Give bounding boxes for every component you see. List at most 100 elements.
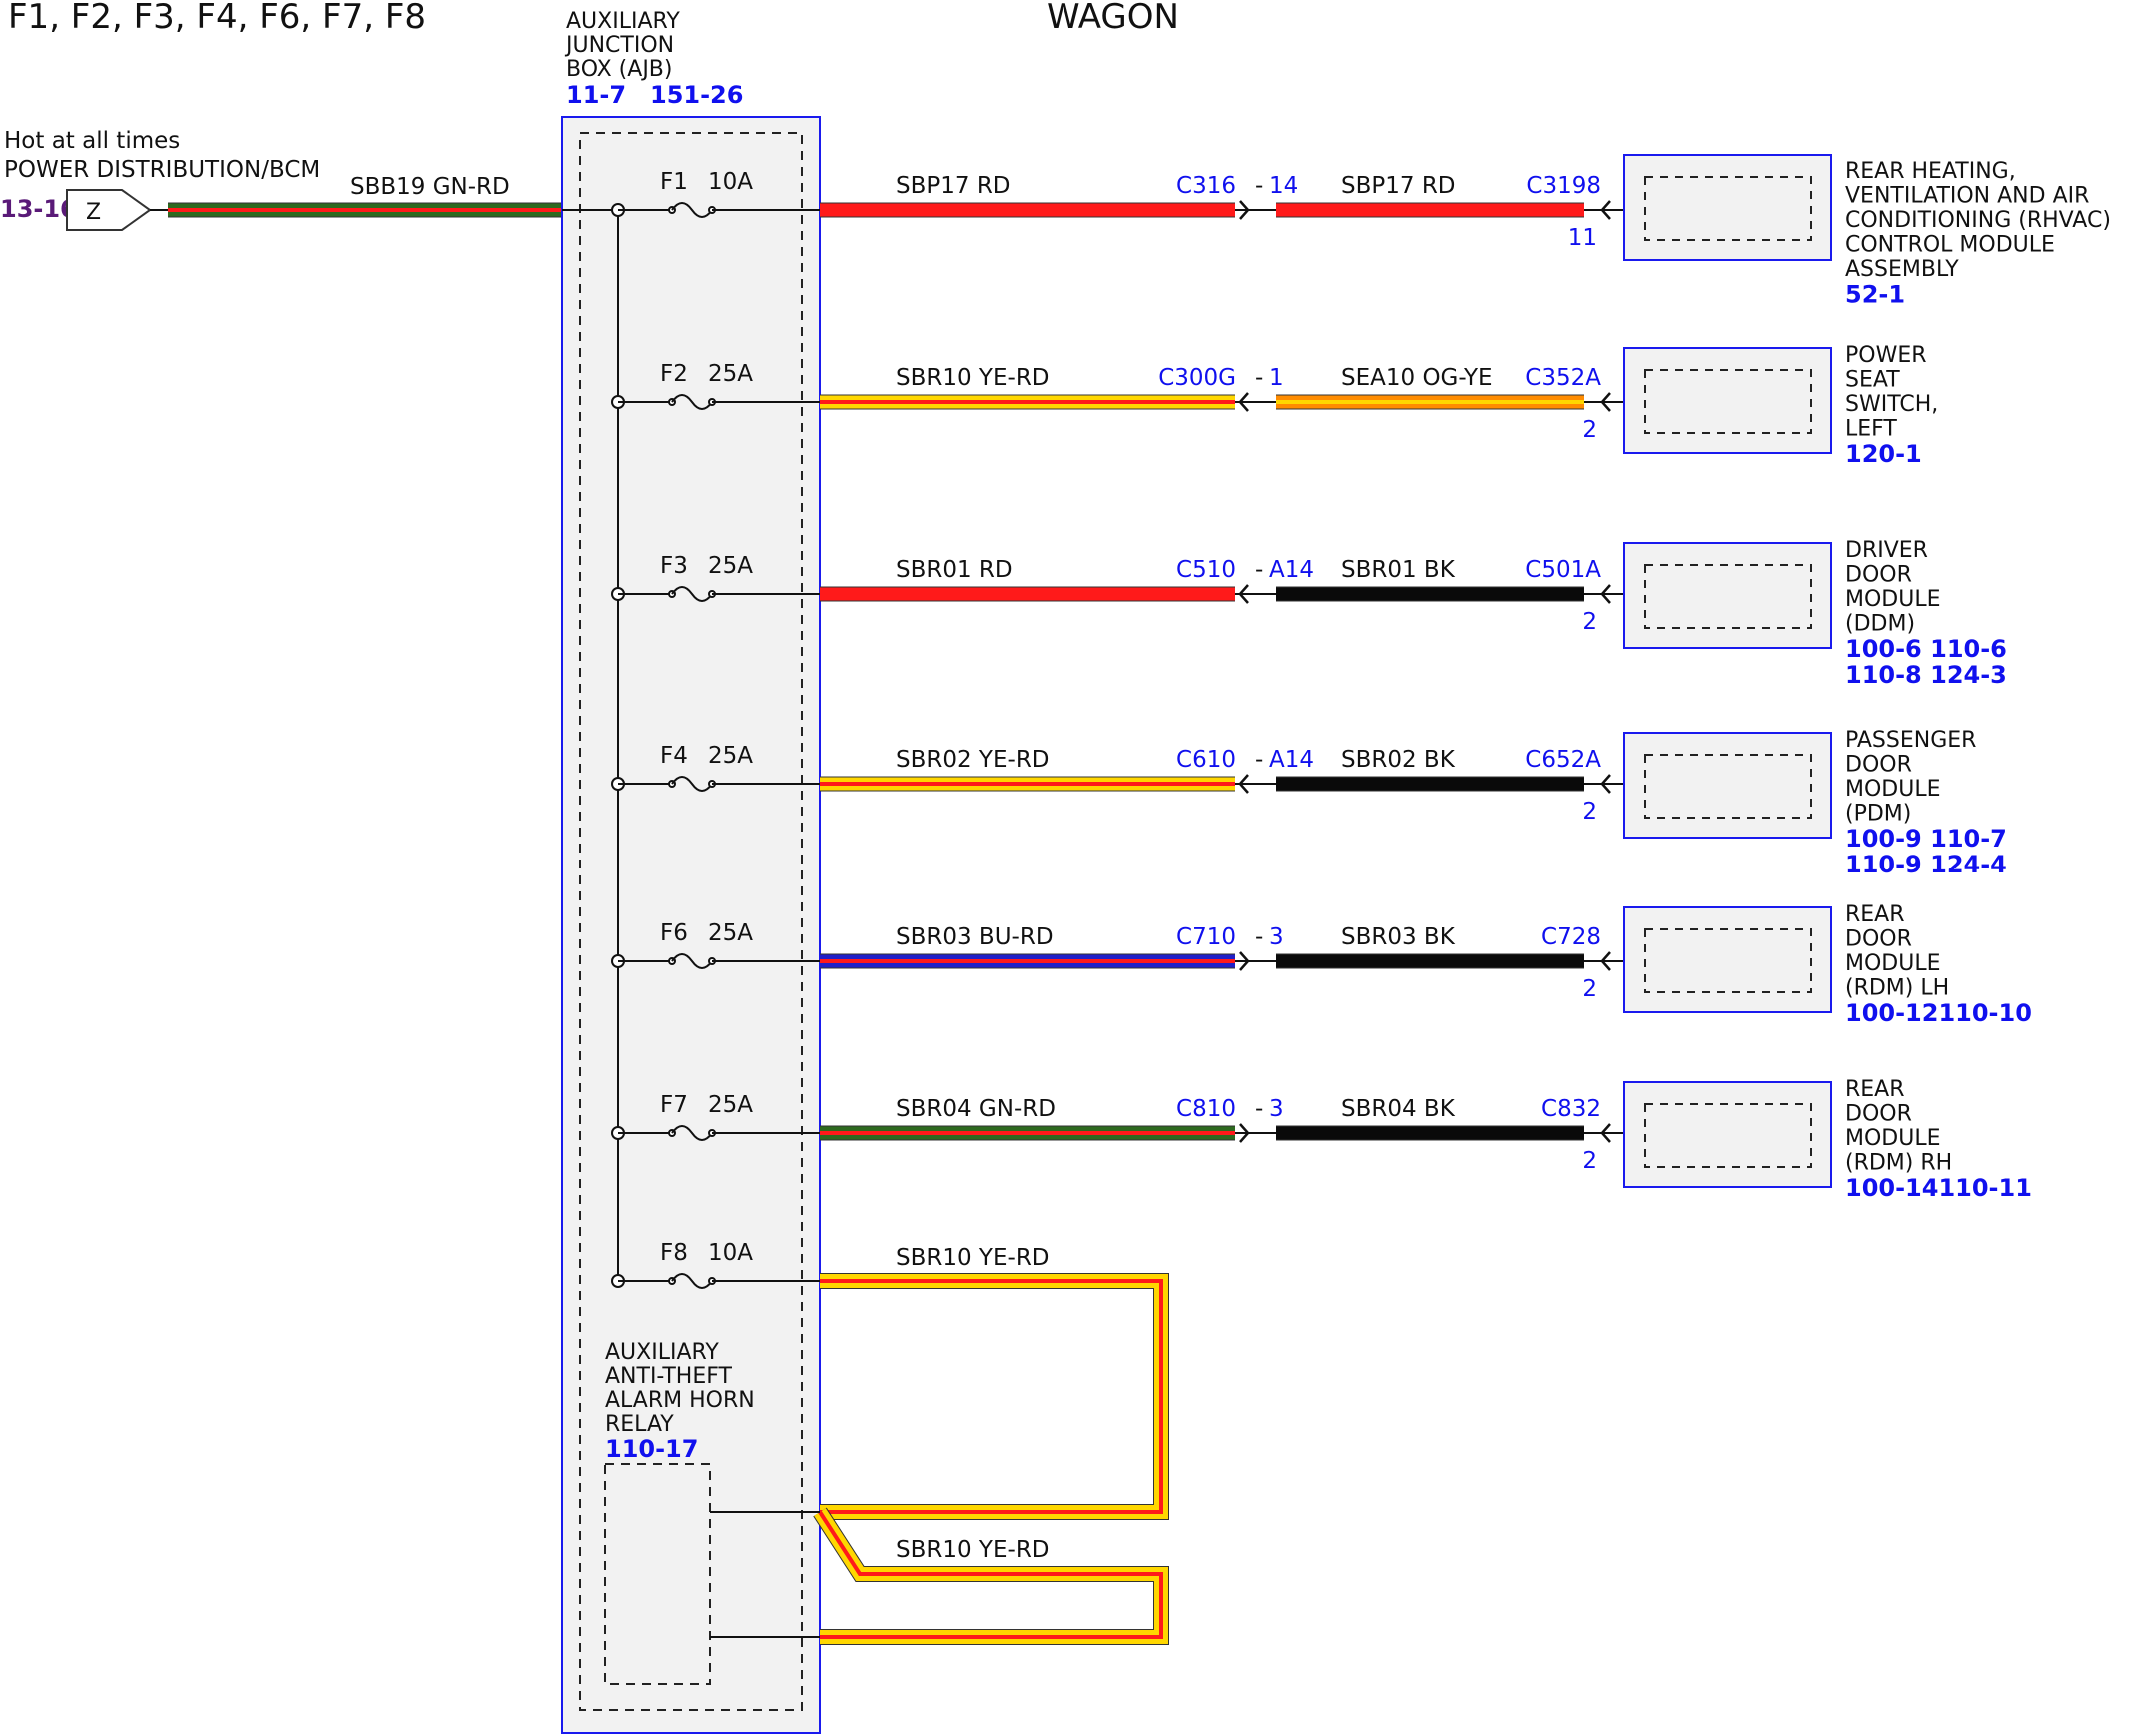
wire-segment-2-base: [1276, 954, 1584, 968]
module-label-line: VENTILATION AND AIR: [1845, 184, 2089, 209]
wiring-diagram: F1, F2, F3, F4, F6, F7, F8 WAGON Hot at …: [0, 0, 2111, 1734]
end-connector-id: C652A: [1525, 747, 1601, 773]
ajb-label-line2: JUNCTION: [564, 33, 674, 58]
inline-connector-pin: A14: [1269, 557, 1314, 583]
module-label-line: MODULE: [1845, 951, 1941, 976]
module-label-line: REAR: [1845, 1077, 1905, 1102]
wire-segment-2-label: SEA10 OG-YE: [1341, 365, 1493, 391]
wire-segment-1-label: SBR02 YE-RD: [896, 747, 1050, 773]
fuse-id: F3: [660, 553, 688, 579]
wire-segment-2: [1276, 1125, 1584, 1141]
wire-segment-2-tracer: [1276, 400, 1584, 404]
wire-segment-2: [1276, 953, 1584, 969]
module-box: [1623, 347, 1832, 454]
relay-label-line3: ALARM HORN: [605, 1388, 755, 1413]
inline-connector-id: C510: [1176, 557, 1236, 583]
fuse-rating: 25A: [708, 553, 753, 579]
wire-segment-2-base: [1276, 777, 1584, 791]
ajb-ref-2: 151-26: [650, 81, 743, 109]
inline-connector-pin: A14: [1269, 747, 1314, 773]
fuse-id: F4: [660, 743, 688, 769]
module-ref: 52-1: [1845, 281, 1905, 309]
circuit-row: SBP17 RD C316-14 SBP17 RD C3198 11 REAR HEATI…: [820, 154, 2111, 309]
end-connector-pin: 2: [1582, 976, 1597, 1002]
source-connector-label: Z: [86, 200, 101, 225]
wire-segment-1-base: [820, 587, 1235, 601]
circuit-row: SBR01 RD C510- A14 SBR01 BK C501A 2 DRIVERDOOR…: [820, 538, 2007, 689]
module-label-line: CONTROL MODULE: [1845, 233, 2055, 258]
module-label-line: (DDM): [1845, 612, 1915, 637]
fuse-id: F8: [660, 1240, 688, 1266]
module-label-line: REAR: [1845, 902, 1905, 927]
module-label-line: DOOR: [1845, 753, 1912, 778]
module-ref: 100-12110-10: [1845, 999, 2032, 1027]
module-label-line: LEFT: [1845, 417, 1897, 442]
module-label-line: PASSENGER: [1845, 728, 1976, 753]
module-ref: 100-9 110-7: [1845, 825, 2007, 853]
module-box: [1623, 154, 1832, 261]
wire-segment-1-label: SBR03 BU-RD: [896, 924, 1054, 950]
circuit-row: SBR02 YE-RD C610- A14 SBR02 BK C652A 2 PASSENG…: [820, 728, 2007, 878]
wire-segment-2: [1276, 776, 1584, 792]
wire-segment-1-tracer: [820, 400, 1235, 404]
fuse-id: F7: [660, 1092, 688, 1118]
relay-label-line1: AUXILIARY: [605, 1340, 719, 1365]
wire-segment-1: [820, 953, 1235, 969]
wire-segment-1-tracer: [820, 1131, 1235, 1135]
f8-wire-top-edge: [820, 1273, 1169, 1520]
fuse-rating: 25A: [708, 1092, 753, 1118]
fuse-rating: 25A: [708, 920, 753, 946]
circuit-row: SBR10 YE-RD C300G -1 SEA10 OG-YE C352A 2 POWER…: [820, 343, 1938, 468]
fuse-rating: 10A: [708, 1240, 753, 1266]
end-connector-id: C3198: [1526, 173, 1601, 199]
inline-connector-id: C810: [1176, 1096, 1236, 1122]
source-hot-label: Hot at all times: [4, 128, 180, 154]
wire-segment-2: [1276, 202, 1584, 218]
source-wire-label: SBB19 GN-RD: [350, 174, 510, 200]
wire-segment-1: [820, 202, 1235, 218]
module-ref: 110-9 124-4: [1845, 851, 2007, 878]
ajb-ref-1: 11-7: [566, 81, 626, 109]
wire-segment-1-label: SBR01 RD: [896, 557, 1013, 583]
source-wire-body: [168, 202, 562, 218]
module-box: [1623, 732, 1832, 839]
inline-connector-sep: -: [1255, 173, 1263, 199]
wire-segment-1-tracer: [820, 782, 1235, 786]
wire-segment-2-label: SBR03 BK: [1341, 924, 1456, 950]
end-connector-id: C728: [1541, 924, 1601, 950]
fuse-rating: 10A: [708, 169, 753, 195]
module-ref: 110-8 124-3: [1845, 661, 2007, 689]
relay-ref: 110-17: [605, 1435, 698, 1463]
module-ref: 120-1: [1845, 440, 1922, 468]
wire-segment-2-base: [1276, 1126, 1584, 1140]
module-box: [1623, 1081, 1832, 1188]
source-wire: [168, 202, 562, 218]
wire-segment-2: [1276, 394, 1584, 410]
module-label-line: MODULE: [1845, 1126, 1941, 1151]
wire-segment-1: [820, 394, 1235, 410]
wire-segment-2-label: SBR02 BK: [1341, 747, 1456, 773]
module-label-line: DOOR: [1845, 1102, 1912, 1127]
wire-segment-2-label: SBR01 BK: [1341, 557, 1456, 583]
wire-segment-1-label: SBR10 YE-RD: [896, 365, 1050, 391]
circuit-row: SBR04 GN-RD C810-3 SBR04 BK C832 2 REARDOORMO…: [820, 1077, 2032, 1202]
fuse-id: F1: [660, 169, 688, 195]
wire-segment-1: [820, 776, 1235, 792]
ajb-label-line3: BOX (AJB): [566, 57, 672, 82]
f8-wire-top-base: [820, 1274, 1168, 1519]
source-ref: 13-16: [0, 195, 77, 223]
f8-wire-bottom-tracer: [818, 1510, 1163, 1639]
f8-wire-top-label: SBR10 YE-RD: [896, 1245, 1050, 1271]
relay-label-line2: ANTI-THEFT: [605, 1364, 733, 1389]
inline-connector-id: C710: [1176, 924, 1236, 950]
module-label-line: POWER: [1845, 343, 1927, 368]
end-connector-id: C832: [1541, 1096, 1601, 1122]
end-connector-pin: 2: [1582, 417, 1597, 443]
end-connector-id: C352A: [1525, 365, 1601, 391]
source-name-label: POWER DISTRIBUTION/BCM: [4, 157, 320, 183]
fuse-id: F6: [660, 920, 688, 946]
wire-segment-2: [1276, 586, 1584, 602]
f8-wires: [813, 1273, 1169, 1645]
module-label-line: (RDM) LH: [1845, 976, 1949, 1001]
fuses-title: F1, F2, F3, F4, F6, F7, F8: [8, 0, 426, 37]
